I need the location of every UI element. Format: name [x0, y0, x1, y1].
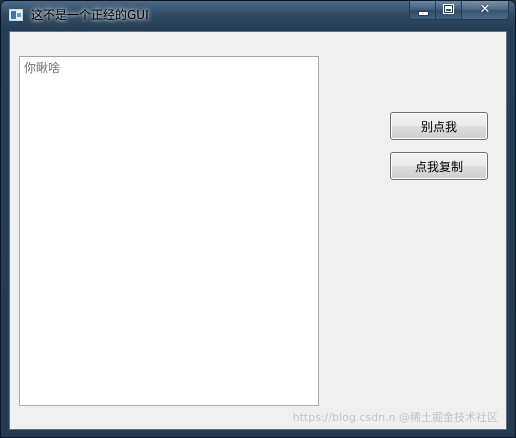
app-window-icon[interactable] — [9, 9, 23, 21]
caption-buttons: ✕ — [409, 1, 509, 21]
minimize-button[interactable] — [409, 1, 436, 20]
title-bar[interactable]: 这不是一个正经的GUI ✕ — [1, 1, 515, 31]
minimize-icon — [419, 12, 428, 15]
copy-button[interactable]: 点我复制 — [390, 152, 488, 180]
client-area: 别点我 点我复制 https://blog.csdn.n @稀土掘金技术社区 — [9, 31, 507, 430]
window-title: 这不是一个正经的GUI — [31, 8, 149, 22]
maximize-icon — [443, 4, 454, 14]
app-window: 这不是一个正经的GUI ✕ 别点我 点我复制 https://blog.csdn… — [0, 0, 516, 438]
watermark: https://blog.csdn.n @稀土掘金技术社区 — [292, 411, 498, 424]
dont-click-button[interactable]: 别点我 — [390, 112, 488, 140]
close-button[interactable]: ✕ — [462, 1, 509, 20]
text-input-area[interactable] — [19, 56, 319, 406]
close-icon: ✕ — [479, 2, 491, 17]
maximize-button[interactable] — [436, 1, 462, 20]
